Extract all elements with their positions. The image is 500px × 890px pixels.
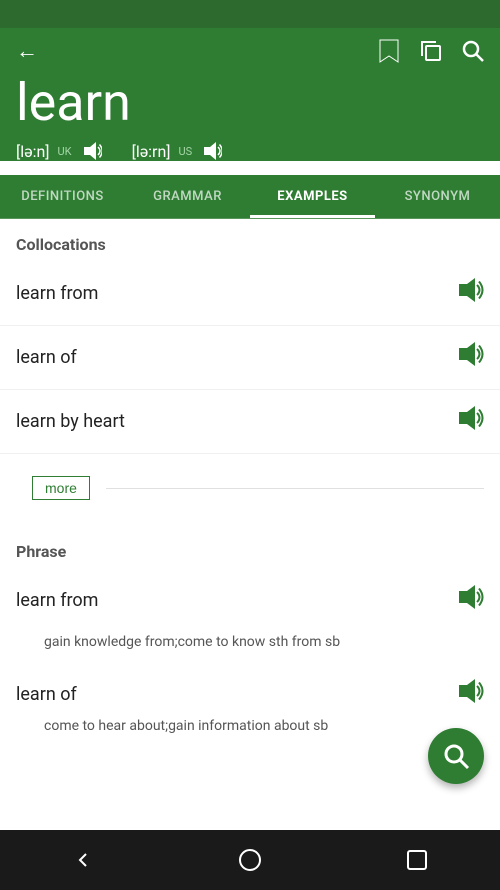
copy-button[interactable] bbox=[420, 40, 442, 62]
search-button[interactable] bbox=[462, 40, 484, 62]
collocations-header: Collocations bbox=[0, 219, 500, 262]
collocation-item-learn-from: learn from bbox=[0, 262, 500, 326]
sound-phrase-learn-of-button[interactable] bbox=[456, 677, 484, 712]
status-bar bbox=[0, 0, 500, 28]
nav-back-button[interactable] bbox=[71, 848, 95, 872]
pron-text-us: [lə:rn] bbox=[132, 142, 171, 161]
phrase-text-1: learn of bbox=[16, 684, 77, 705]
collocation-item-learn-by-heart: learn by heart bbox=[0, 390, 500, 454]
sound-uk-button[interactable] bbox=[82, 141, 102, 161]
more-button[interactable]: more bbox=[32, 476, 90, 500]
phrase-header: Phrase bbox=[0, 526, 500, 569]
collocation-text-2: learn by heart bbox=[16, 411, 125, 432]
pron-text-uk: [lə:n] bbox=[16, 142, 50, 161]
phrase-description-0: gain knowledge from;come to know sth fro… bbox=[0, 632, 500, 663]
pronunciations: [lə:n] UK [lə:rn] US bbox=[16, 141, 484, 161]
tab-bar: DEFINITIONS GRAMMAR EXAMPLES SYNONYM bbox=[0, 175, 500, 219]
phrase-description-1: come to hear about;gain information abou… bbox=[0, 716, 500, 751]
header-actions bbox=[378, 38, 484, 64]
nav-bar bbox=[0, 830, 500, 890]
header: ← learn [lə:n bbox=[0, 28, 500, 161]
phrase-section: Phrase learn from gain knowledge from;co… bbox=[0, 522, 500, 751]
sound-learn-of-button[interactable] bbox=[456, 340, 484, 375]
sound-learn-by-heart-button[interactable] bbox=[456, 404, 484, 439]
sound-phrase-learn-from-button[interactable] bbox=[456, 583, 484, 618]
pronunciation-us: [lə:rn] US bbox=[132, 141, 223, 161]
sound-us-button[interactable] bbox=[202, 141, 222, 161]
pron-region-us: US bbox=[179, 145, 193, 158]
phrase-item-learn-of: learn of bbox=[0, 663, 500, 716]
content-area: Collocations learn from learn of learn b… bbox=[0, 219, 500, 789]
tab-definitions[interactable]: DEFINITIONS bbox=[0, 175, 125, 218]
tab-grammar[interactable]: GRAMMAR bbox=[125, 175, 250, 218]
tab-examples[interactable]: EXAMPLES bbox=[250, 175, 375, 218]
collocation-text-1: learn of bbox=[16, 347, 77, 368]
back-button[interactable]: ← bbox=[16, 38, 38, 64]
tab-synonym[interactable]: SYNONYM bbox=[375, 175, 500, 218]
collocation-text-0: learn from bbox=[16, 283, 98, 304]
header-top: ← bbox=[16, 38, 484, 64]
pron-region-uk: UK bbox=[58, 145, 72, 158]
collocation-item-learn-of: learn of bbox=[0, 326, 500, 390]
nav-recent-button[interactable] bbox=[405, 848, 429, 872]
sound-learn-from-button[interactable] bbox=[456, 276, 484, 311]
pronunciation-uk: [lə:n] UK bbox=[16, 141, 102, 161]
bookmark-button[interactable] bbox=[378, 38, 400, 64]
nav-home-button[interactable] bbox=[238, 848, 262, 872]
phrase-item-learn-from: learn from bbox=[0, 569, 500, 632]
word-title: learn bbox=[16, 74, 484, 131]
fab-search-button[interactable] bbox=[428, 728, 484, 784]
phrase-text-0: learn from bbox=[16, 590, 98, 611]
